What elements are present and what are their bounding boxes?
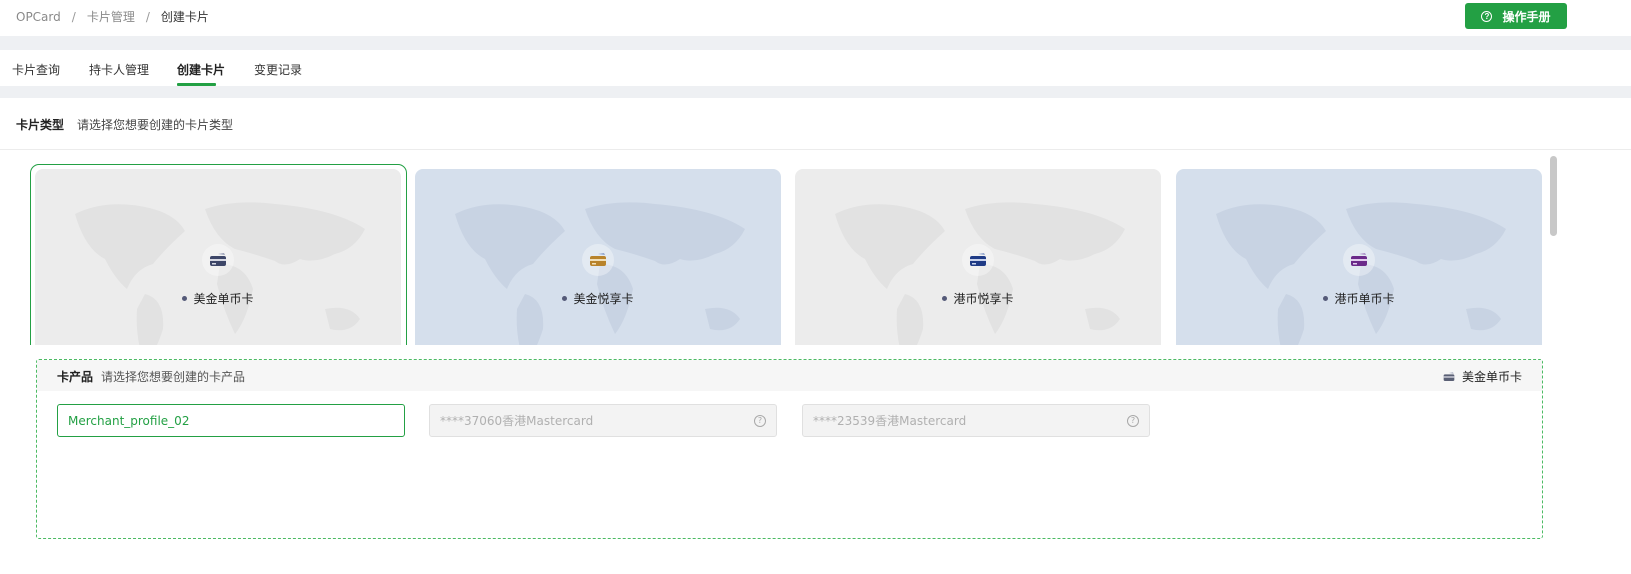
card-name-text: 美金悦享卡: [573, 292, 634, 306]
tab-change-log[interactable]: 变更记录: [254, 61, 302, 78]
card-type-hint: 请选择您想要创建的卡片类型: [77, 118, 234, 132]
scrollbar-thumb[interactable]: [1550, 156, 1557, 236]
card-icon: [210, 253, 226, 266]
selected-card-name: 美金单币卡: [1461, 370, 1522, 384]
breadcrumb-root[interactable]: OPCard: [16, 10, 61, 24]
product-option-23539[interactable]: ****23539香港Mastercard ?: [802, 404, 1150, 437]
card-chip: [582, 244, 614, 276]
manual-button-label: 操作手册: [1502, 9, 1551, 24]
card-chip: [202, 244, 234, 276]
bullet-dot: [562, 296, 568, 301]
top-bar: OPCard / 卡片管理 / 创建卡片 ? 操作手册: [0, 0, 1631, 36]
product-option-label: ****23539香港Mastercard: [813, 414, 967, 428]
breadcrumb-separator: /: [71, 9, 76, 24]
question-circle-icon[interactable]: ?: [1127, 415, 1139, 427]
bullet-dot: [182, 296, 188, 301]
card-product-header: 卡产品 请选择您想要创建的卡产品 美金单币卡: [37, 360, 1542, 391]
product-option-label: Merchant_profile_02: [68, 413, 190, 428]
bullet-dot: [1323, 296, 1329, 301]
card-type-header: 卡片类型 请选择您想要创建的卡片类型: [0, 98, 1631, 150]
card-icon: [1351, 253, 1367, 266]
card-type-usd-single[interactable]: 美金单币卡: [35, 169, 401, 345]
card-product-label: 卡产品: [57, 370, 94, 384]
breadcrumb-card-management[interactable]: 卡片管理: [87, 8, 135, 25]
divider: [0, 86, 1631, 98]
selected-card-indicator: 美金单币卡: [1443, 368, 1522, 385]
breadcrumb-current: 创建卡片: [160, 10, 209, 24]
breadcrumb-separator: /: [145, 9, 150, 24]
manual-button[interactable]: ? 操作手册: [1465, 3, 1567, 29]
card-type-usd-joy[interactable]: 美金悦享卡: [415, 169, 781, 345]
card-icon: [1443, 371, 1455, 381]
bullet-dot: [942, 296, 948, 301]
card-name: 美金悦享卡: [415, 290, 781, 307]
card-icon: [970, 253, 986, 266]
card-type-list: 美金单币卡 美金悦享卡 港币悦享卡 港币单币卡: [0, 151, 1631, 345]
card-chip: [1343, 244, 1375, 276]
card-name-text: 港币悦享卡: [953, 292, 1014, 306]
card-name-text: 港币单币卡: [1334, 292, 1395, 306]
tab-create-card[interactable]: 创建卡片: [177, 61, 225, 78]
card-name-text: 美金单币卡: [193, 292, 254, 306]
card-icon: [590, 253, 606, 266]
tab-bar: 卡片查询 持卡人管理 创建卡片 变更记录: [0, 50, 1631, 86]
card-name: 港币单币卡: [1176, 290, 1542, 307]
card-name: 美金单币卡: [35, 290, 401, 307]
tab-cardholder-management[interactable]: 持卡人管理: [89, 61, 149, 78]
card-product-panel: 卡产品 请选择您想要创建的卡产品 美金单币卡 Merchant_profile_…: [36, 359, 1543, 539]
divider: [0, 36, 1631, 50]
card-type-label: 卡片类型: [16, 118, 65, 132]
product-option-merchant-profile[interactable]: Merchant_profile_02: [57, 404, 405, 437]
card-product-hint: 请选择您想要创建的卡产品: [101, 370, 246, 384]
product-option-37060[interactable]: ****37060香港Mastercard ?: [429, 404, 777, 437]
card-type-hkd-joy[interactable]: 港币悦享卡: [795, 169, 1161, 345]
card-chip: [962, 244, 994, 276]
breadcrumb: OPCard / 卡片管理 / 创建卡片: [16, 8, 209, 25]
card-type-hkd-single[interactable]: 港币单币卡: [1176, 169, 1542, 345]
question-circle-icon: ?: [1481, 10, 1493, 22]
card-name: 港币悦享卡: [795, 290, 1161, 307]
tab-card-query[interactable]: 卡片查询: [12, 61, 60, 78]
product-option-label: ****37060香港Mastercard: [440, 414, 594, 428]
question-circle-icon[interactable]: ?: [754, 415, 766, 427]
